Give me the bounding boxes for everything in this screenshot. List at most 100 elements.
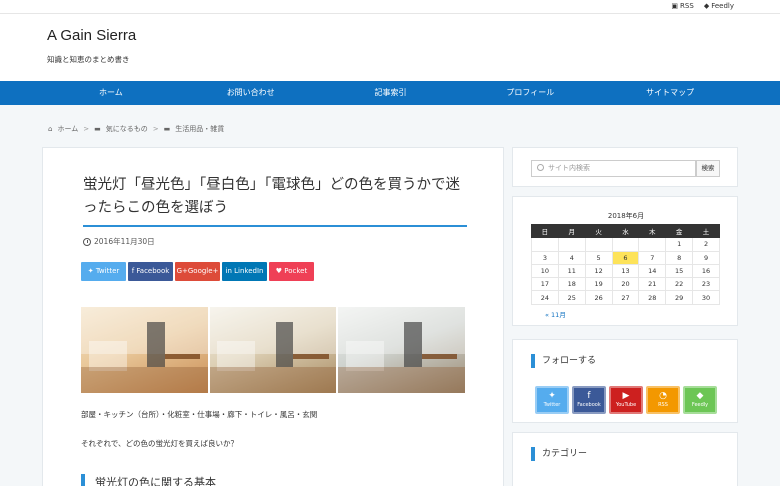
home-icon: ⌂ [48,125,53,133]
share-pocket-button[interactable]: ♥ Pocket [269,262,314,281]
nav-item-profile[interactable]: プロフィール [460,81,600,105]
calendar-week: 3 4 5 6 7 8 9 [531,250,720,265]
calendar-day: 27 [611,290,640,305]
calendar-day: 30 [692,290,720,305]
article-section-heading: 蛍光灯の色に関する基本 [81,474,216,486]
weekday: 土 [692,223,720,239]
calendar-day: 9 [692,250,720,265]
follow-heading: フォローする [531,354,596,368]
calendar-day: 1 [665,237,694,252]
share-twitter-button[interactable]: ✦ Twitter [81,262,126,281]
calendar-day: 25 [557,290,586,305]
breadcrumb-cat1[interactable]: 気になるもの [106,124,148,134]
calendar-day [611,237,640,252]
share-buttons: ✦ Twitter f Facebook G+Google+ in Linked… [81,262,314,281]
calendar-day: 3 [531,250,559,265]
calendar-day: 4 [557,250,586,265]
nav-item-sitemap[interactable]: サイトマップ [600,81,740,105]
rss-icon: ◔ [659,391,667,401]
follow-twitter-label: Twitter [543,402,561,408]
follow-feedly-label: Feedly [691,402,709,408]
share-googleplus-label: G+Google+ [176,267,219,275]
share-twitter-label: Twitter [95,267,120,275]
top-bar: ▣ RSS ◆ Feedly [0,0,780,14]
follow-twitter-button[interactable]: ✦ Twitter [535,386,569,414]
breadcrumb-cat2[interactable]: 生活用品・雑貨 [175,124,224,134]
follow-youtube-button[interactable]: ▶ YouTube [609,386,643,414]
folder-icon: ▬ [163,125,171,133]
calendar-day: 17 [531,277,559,292]
calendar-widget: 2018年6月 日 月 火 水 木 金 土 1 2 3 4 5 6 7 8 9 [512,196,738,326]
share-facebook-label: Facebook [136,267,170,275]
rss-label: RSS [680,2,694,10]
calendar-day: 14 [638,263,667,279]
calendar-week: 1 2 [531,237,720,252]
article-text-question: それぞれで、どの色の蛍光灯を買えば良いか？ [81,439,238,448]
feedly-link[interactable]: ◆ Feedly [704,2,734,10]
top-links: ▣ RSS ◆ Feedly [671,2,734,10]
follow-youtube-label: YouTube [615,402,637,408]
breadcrumb-separator: > [152,125,159,133]
weekday: 金 [665,223,694,239]
rss-link[interactable]: ▣ RSS [671,2,693,10]
share-facebook-button[interactable]: f Facebook [128,262,173,281]
search-placeholder: サイト内検索 [548,164,590,172]
share-linkedin-button[interactable]: in LinkedIn [222,262,267,281]
pocket-icon: ♥ [275,267,285,275]
calendar-day [584,237,613,252]
calendar-prev-link[interactable]: « 11月 [545,309,566,319]
search-button[interactable]: 検索 [696,160,720,177]
calendar-day [557,237,586,252]
calendar-week: 24 25 26 27 28 29 30 [531,290,720,305]
calendar-day: 13 [611,263,640,279]
title-underline [83,225,467,227]
article-text-rooms: 部屋・キッチン（台所）・化粧室・仕事場・廊下・トイレ・風呂・玄関 [81,410,318,419]
article-date: 2016年11月30日 [83,236,155,247]
calendar-day: 21 [638,277,667,292]
breadcrumb-separator: > [83,125,90,133]
folder-icon: ▬ [94,125,101,133]
nav-item-contact[interactable]: お問い合わせ [181,81,321,105]
calendar-day: 20 [611,277,640,292]
calendar-day: 11 [557,263,586,279]
search-widget: サイト内検索 検索 [512,147,738,187]
follow-feedly-button[interactable]: ◆ Feedly [683,386,717,414]
facebook-icon: f [587,391,591,401]
global-nav: ホーム お問い合わせ 記事索引 プロフィール サイトマップ [0,81,780,105]
calendar-day: 10 [531,263,559,279]
category-heading: カテゴリー [531,447,587,461]
calendar-day: 28 [638,290,667,305]
article-card: 蛍光灯「昼光色」「昼白色」「電球色」どの色を買うかで迷ったらこの色を選ぼう 20… [42,147,504,486]
nav-item-index[interactable]: 記事索引 [321,81,461,105]
site-header: A Gain Sierra 知識と知恵のまとめ書き [0,14,780,81]
calendar-header-row: 日 月 火 水 木 金 土 [531,223,720,239]
calendar-day-today: 6 [611,250,640,265]
follow-facebook-button[interactable]: f Facebook [572,386,606,414]
site-title[interactable]: A Gain Sierra [47,27,136,44]
category-widget: カテゴリー [512,432,738,486]
weekday: 木 [638,223,667,239]
article-title: 蛍光灯「昼光色」「昼白色」「電球色」どの色を買うかで迷ったらこの色を選ぼう [83,177,460,216]
calendar-day: 19 [584,277,613,292]
calendar-day: 18 [557,277,586,292]
breadcrumb-home[interactable]: ホーム [57,124,78,134]
weekday: 日 [531,223,559,239]
follow-rss-label: RSS [658,402,668,408]
calendar-day: 7 [638,250,667,265]
calendar-week: 17 18 19 20 21 22 23 [531,277,720,292]
calendar-title: 2018年6月 [607,212,645,220]
site-description: 知識と知恵のまとめ書き [47,55,130,64]
share-pocket-label: Pocket [284,267,308,275]
calendar-day: 26 [584,290,613,305]
calendar-day: 15 [665,263,694,279]
follow-rss-button[interactable]: ◔ RSS [646,386,680,414]
calendar-day: 5 [584,250,613,265]
calendar-day: 2 [692,237,720,252]
calendar-day: 23 [692,277,720,292]
nav-item-home[interactable]: ホーム [41,81,181,105]
calendar-day [638,237,667,252]
search-input[interactable]: サイト内検索 [531,160,696,177]
breadcrumb: ⌂ ホーム > ▬ 気になるもの > ▬ 生活用品・雑貨 [48,124,224,134]
article-date-text: 2016年11月30日 [94,237,155,246]
share-googleplus-button[interactable]: G+Google+ [175,262,220,281]
